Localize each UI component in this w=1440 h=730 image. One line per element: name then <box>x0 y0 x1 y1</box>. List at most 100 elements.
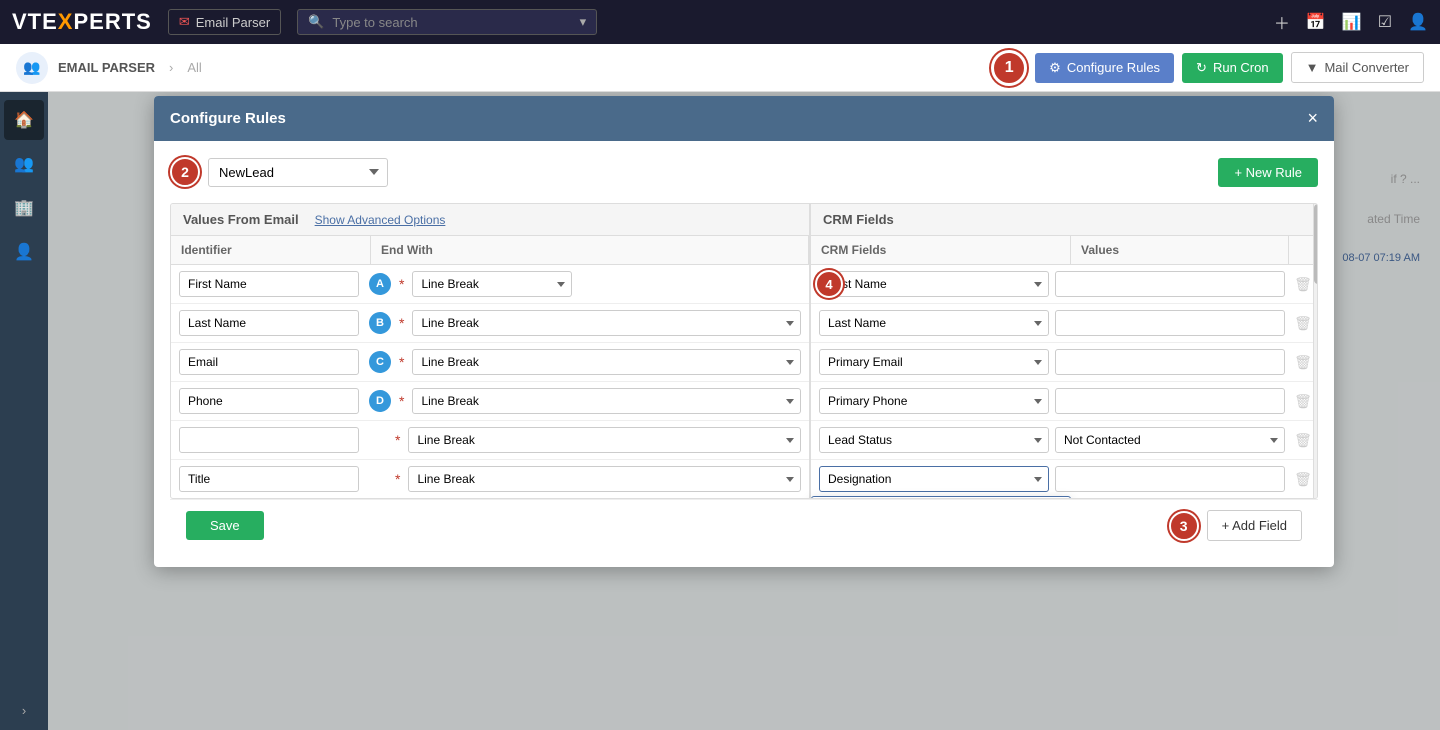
tasks-icon[interactable]: ☑ <box>1378 12 1392 32</box>
step-badge-2: 2 <box>170 157 200 187</box>
module-select[interactable]: NewLead <box>208 158 388 187</box>
new-rule-button[interactable]: + New Rule <box>1218 158 1318 187</box>
identifier-input-5[interactable] <box>179 427 359 453</box>
save-button[interactable]: Save <box>186 511 264 540</box>
crm-row-4: Primary Phone 🗑 <box>811 382 1318 421</box>
identifier-input-1[interactable] <box>179 271 359 297</box>
search-icon: 🔍 <box>308 14 324 30</box>
table-row: B * Line Break <box>171 304 809 343</box>
col-end-with-header: End With <box>371 236 809 264</box>
modal-top-bar: 2 NewLead + New Rule <box>170 157 1318 187</box>
end-with-select-4[interactable]: Line Break <box>412 388 801 414</box>
modal-close-button[interactable]: × <box>1307 108 1318 129</box>
add-icon[interactable]: ＋ <box>1274 10 1290 34</box>
modal-title: Configure Rules <box>170 110 286 127</box>
sidebar-item-contacts[interactable]: 👥 <box>4 144 44 184</box>
breadcrumb-module: Email Parser <box>58 60 155 75</box>
global-search[interactable]: 🔍 Type to search ▾ <box>297 9 597 35</box>
section-crm-fields: CRM Fields CRM Fields Values <box>811 204 1318 498</box>
main-content: if ? ... ated Time 08-07 07:19 AM Config… <box>48 92 1440 730</box>
crm-value-input-2[interactable] <box>1055 310 1285 336</box>
crm-field-select-1[interactable]: First Name <box>819 271 1049 297</box>
delete-row-3[interactable]: 🗑 <box>1291 350 1315 374</box>
end-with-select-5[interactable]: Line Break <box>408 427 801 453</box>
crm-field-select-6[interactable]: Designation <box>819 466 1049 492</box>
scroll-thumb[interactable] <box>1314 204 1318 284</box>
mail-converter-button[interactable]: ▼ Mail Converter <box>1291 52 1424 83</box>
modal-footer: Save 3 + Add Field <box>170 499 1318 551</box>
topnav-actions: ＋ 📅 📊 ☑ 👤 <box>1274 10 1428 34</box>
table-row: * Line Break <box>171 421 809 460</box>
crm-field-dropdown[interactable]: 🔍 Salutation First Name Assigned To Last… <box>811 496 1071 499</box>
identifier-input-3[interactable] <box>179 349 359 375</box>
identifier-input-2[interactable] <box>179 310 359 336</box>
required-star: * <box>399 276 404 292</box>
crm-field-select-3[interactable]: Primary Email <box>819 349 1049 375</box>
configure-rules-button[interactable]: ⚙ Configure Rules <box>1035 53 1174 83</box>
end-with-select-3[interactable]: Line Break <box>412 349 801 375</box>
crm-value-select-5[interactable]: Not Contacted <box>1055 427 1285 453</box>
end-with-select-6[interactable]: Line Break <box>408 466 801 492</box>
crm-field-select-4[interactable]: Primary Phone <box>819 388 1049 414</box>
sidebar: 🏠 👥 🏢 👤 › <box>0 92 48 730</box>
app-logo: VTEXPERTS <box>12 9 152 35</box>
col-values-header: Values <box>1071 236 1289 264</box>
run-cron-button[interactable]: ↻ Run Cron <box>1182 53 1283 83</box>
modal-overlay: Configure Rules × 2 NewLead <box>48 92 1440 730</box>
add-field-button[interactable]: + Add Field <box>1207 510 1302 541</box>
module-icon: 👥 <box>16 52 48 84</box>
values-section-header: Values From Email Show Advanced Options <box>171 204 809 236</box>
email-icon: ✉ <box>179 14 190 30</box>
chart-icon[interactable]: 📊 <box>1342 12 1362 32</box>
module-tab[interactable]: ✉ Email Parser <box>168 9 281 35</box>
badge-d: D <box>369 390 391 412</box>
user-icon[interactable]: 👤 <box>1408 12 1428 32</box>
crm-row-6: Designation 🗑 🔍 <box>811 460 1318 498</box>
col-crm-header: CRM Fields <box>811 236 1071 264</box>
delete-row-6[interactable]: 🗑 <box>1291 467 1315 491</box>
modal-header: Configure Rules × <box>154 96 1334 141</box>
crm-section-header: CRM Fields <box>811 204 1318 236</box>
crm-row-2: Last Name 🗑 <box>811 304 1318 343</box>
crm-value-input-4[interactable] <box>1055 388 1285 414</box>
delete-row-4[interactable]: 🗑 <box>1291 389 1315 413</box>
breadcrumb-all: All <box>187 60 201 75</box>
sidebar-item-user[interactable]: 👤 <box>4 232 44 272</box>
crm-value-input-6[interactable] <box>1055 466 1285 492</box>
dropdown-indicator: ▾ <box>580 14 587 30</box>
sidebar-expand-button[interactable]: › <box>4 698 44 722</box>
sidebar-item-accounts[interactable]: 🏢 <box>4 188 44 228</box>
crm-field-select-5[interactable]: Lead Status <box>819 427 1049 453</box>
end-with-select-1[interactable]: Line Break <box>412 271 572 297</box>
show-advanced-link[interactable]: Show Advanced Options <box>315 213 446 227</box>
crm-value-input-1[interactable] <box>1055 271 1285 297</box>
calendar-icon[interactable]: 📅 <box>1306 12 1326 32</box>
crm-value-input-3[interactable] <box>1055 349 1285 375</box>
table-row: C * Line Break <box>171 343 809 382</box>
delete-row-5[interactable]: 🗑 <box>1291 428 1315 452</box>
table-row: D * Line Break <box>171 382 809 421</box>
crm-field-select-2[interactable]: Last Name <box>819 310 1049 336</box>
step-badge-1: 1 <box>991 50 1027 86</box>
crm-row-3: Primary Email 🗑 <box>811 343 1318 382</box>
delete-row-2[interactable]: 🗑 <box>1291 311 1315 335</box>
identifier-input-6[interactable] <box>179 466 359 492</box>
values-rows: A * Line Break 4 <box>171 265 809 498</box>
step-badge-4: 4 <box>815 270 843 298</box>
identifier-input-4[interactable] <box>179 388 359 414</box>
table-row: A * Line Break 4 <box>171 265 809 304</box>
step-badge-3: 3 <box>1169 511 1199 541</box>
crm-row-1: First Name 🗑 <box>811 265 1318 304</box>
table-row: * Line Break <box>171 460 809 498</box>
footer-right: 3 + Add Field <box>1169 510 1302 541</box>
badge-a: A <box>369 273 391 295</box>
top-navbar: VTEXPERTS ✉ Email Parser 🔍 Type to searc… <box>0 0 1440 44</box>
col-identifier-header: Identifier <box>171 236 371 264</box>
delete-row-1[interactable]: 🗑 <box>1291 272 1315 296</box>
crm-row-5: Lead Status Not Contacted 🗑 <box>811 421 1318 460</box>
search-placeholder: Type to search <box>332 15 417 30</box>
sidebar-item-home[interactable]: 🏠 <box>4 100 44 140</box>
end-with-select-2[interactable]: Line Break <box>412 310 801 336</box>
crm-rows: First Name 🗑 Last Name <box>811 265 1318 498</box>
gear-icon: ⚙ <box>1049 60 1061 76</box>
